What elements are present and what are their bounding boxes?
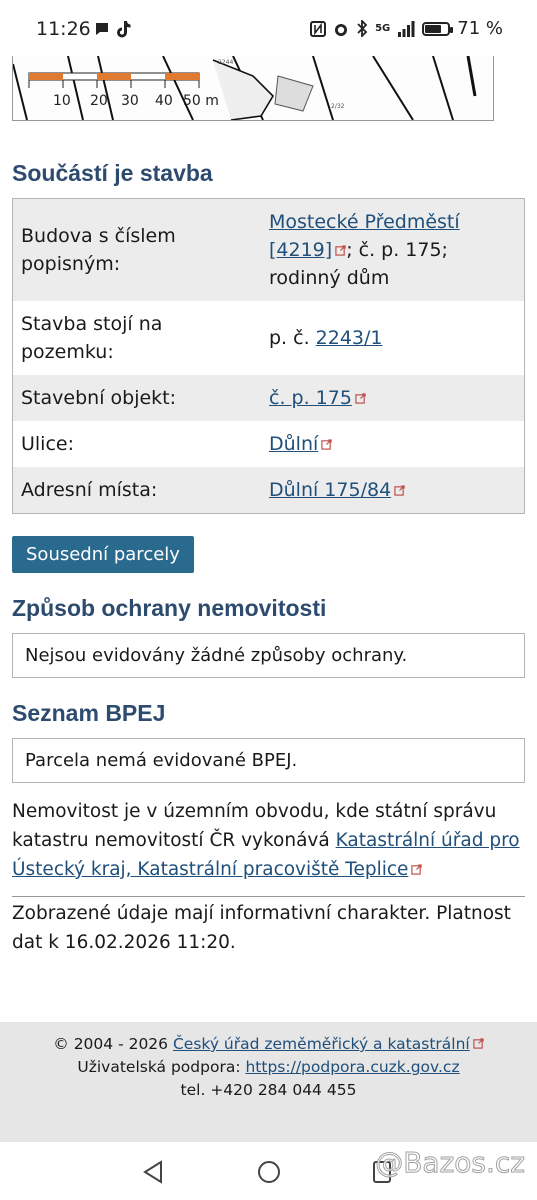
row-key: Stavební objekt: xyxy=(12,375,261,421)
footer-copyright: © 2004 - 2026 Český úřad zeměměřický a k… xyxy=(0,1033,537,1056)
parcel-link[interactable]: 2243/1 xyxy=(316,327,383,349)
validity-note: Zobrazené údaje mají informativní charak… xyxy=(12,903,511,953)
notification-icons xyxy=(94,20,132,38)
row-value: č. p. 175 xyxy=(261,375,525,421)
table-row: Budova s číslem popisným: Mostecké Předm… xyxy=(12,198,525,301)
row-value: Důlní 175/84 xyxy=(261,467,525,514)
support-link[interactable]: https://podpora.cuzk.gov.cz xyxy=(245,1058,459,1076)
external-link-icon xyxy=(411,864,423,875)
alarm-icon xyxy=(335,23,348,36)
table-row: Ulice: Důlní xyxy=(12,421,525,467)
nfc-icon xyxy=(310,20,327,37)
battery-percent: 71 % xyxy=(457,18,503,39)
neighbor-parcels-button[interactable]: Sousední parcely xyxy=(12,536,194,573)
scale-label: 30 xyxy=(121,93,139,109)
row-key: Budova s číslem popisným: xyxy=(12,198,261,301)
external-link-icon xyxy=(321,439,332,450)
external-link-icon xyxy=(355,393,366,404)
cadastral-map[interactable]: 2244 2/32 10 20 30 40 50 m xyxy=(12,56,494,121)
address-link[interactable]: Důlní 175/84 xyxy=(269,479,391,501)
external-link-icon xyxy=(473,1038,484,1049)
row-value: p. č. 2243/1 xyxy=(261,301,525,375)
parcel-prefix: p. č. xyxy=(269,327,316,349)
street-link[interactable]: Důlní xyxy=(269,433,318,455)
scale-label: 50 m xyxy=(183,93,219,109)
battery-icon xyxy=(422,21,454,36)
section-title-building: Součástí je stavba xyxy=(12,160,213,186)
scale-label: 10 xyxy=(53,93,71,109)
scale-label: 20 xyxy=(90,93,108,109)
footer-support: Uživatelská podpora: https://podpora.cuz… xyxy=(0,1056,537,1079)
external-link-icon xyxy=(394,485,405,496)
building-table: Budova s číslem popisným: Mostecké Předm… xyxy=(12,198,525,514)
signal-icon xyxy=(398,20,415,37)
status-bar: 11:26 5G 71 % xyxy=(0,0,537,56)
svg-text:2/32: 2/32 xyxy=(331,103,345,110)
protection-box: Nejsou evidovány žádné způsoby ochrany. xyxy=(12,633,525,678)
map-drawing: 2244 2/32 10 20 30 40 50 m xyxy=(13,56,477,120)
row-key: Adresní místa: xyxy=(12,467,261,514)
chat-icon xyxy=(96,23,108,35)
section-title-protection: Způsob ochrany nemovitosti xyxy=(12,595,327,621)
table-row: Adresní místa: Důlní 175/84 xyxy=(12,467,525,514)
support-label: Uživatelská podpora: xyxy=(77,1058,246,1076)
footer: © 2004 - 2026 Český úřad zeměměřický a k… xyxy=(0,1022,537,1142)
building-object-link[interactable]: č. p. 175 xyxy=(269,387,352,409)
table-row: Stavba stojí na pozemku: p. č. 2243/1 xyxy=(12,301,525,375)
scale-label: 40 xyxy=(155,93,173,109)
bpej-box: Parcela nemá evidované BPEJ. xyxy=(12,738,525,783)
section-title-bpej: Seznam BPEJ xyxy=(12,700,166,726)
main-content: Součástí je stavba Budova s číslem popis… xyxy=(12,160,525,957)
table-row: Stavební objekt: č. p. 175 xyxy=(12,375,525,421)
network-type: 5G xyxy=(375,23,391,34)
watermark: @Bazos.cz xyxy=(375,1146,526,1180)
tiktok-icon xyxy=(117,21,131,38)
row-key: Ulice: xyxy=(12,421,261,467)
row-key: Stavba stojí na pozemku: xyxy=(12,301,261,375)
svg-text:2244: 2244 xyxy=(218,59,233,66)
cuzk-link[interactable]: Český úřad zeměměřický a katastrální xyxy=(173,1035,470,1053)
back-icon[interactable] xyxy=(142,1160,164,1184)
bluetooth-icon xyxy=(357,20,368,37)
divider xyxy=(12,896,525,897)
home-icon[interactable] xyxy=(257,1160,281,1184)
system-icons: 5G 71 % xyxy=(310,18,503,39)
footer-phone: tel. +420 284 044 455 xyxy=(180,1081,357,1099)
row-value: Důlní xyxy=(261,421,525,467)
external-link-icon xyxy=(335,245,346,256)
clock: 11:26 xyxy=(36,18,91,40)
office-paragraph: Nemovitost je v územním obvodu, kde stát… xyxy=(12,797,525,884)
copyright-text: © 2004 - 2026 xyxy=(53,1035,173,1053)
row-value: Mostecké Předměstí [4219]; č. p. 175; ro… xyxy=(261,198,525,301)
